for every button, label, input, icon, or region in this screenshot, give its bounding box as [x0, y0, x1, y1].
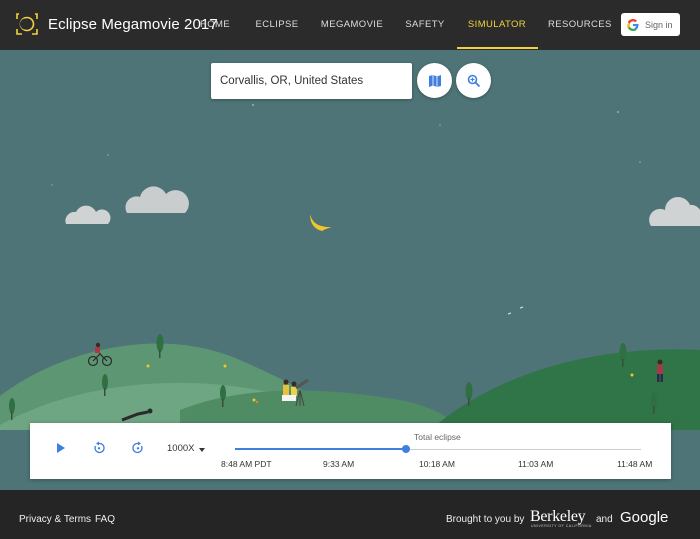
faq-link[interactable]: FAQ [95, 514, 115, 525]
nav-home[interactable]: HOME [196, 0, 234, 50]
time-tick: 11:03 AM [518, 459, 554, 469]
active-nav-indicator [457, 47, 538, 49]
cloud-left-large [125, 186, 189, 213]
nav-eclipse[interactable]: ECLIPSE [253, 0, 301, 50]
time-tick: 11:48 AM [617, 459, 653, 469]
birds [507, 306, 524, 315]
nav-safety[interactable]: SAFETY [403, 0, 447, 50]
timeline-scrubber[interactable] [402, 445, 410, 453]
total-eclipse-label: Total eclipse [414, 432, 461, 442]
brand-title[interactable]: Eclipse Megamovie 2017 [48, 16, 218, 33]
timeline-progress [235, 448, 406, 450]
sign-in-button[interactable]: Sign in [621, 13, 680, 36]
speed-select[interactable]: 1000X [167, 443, 194, 454]
brought-to-you-text: Brought to you by [446, 514, 525, 525]
cloud-right [649, 197, 700, 226]
time-tick: 8:48 AM PDT [221, 459, 272, 469]
footer: Privacy & Terms FAQ Brought to you by Be… [0, 490, 700, 539]
nav-megamovie[interactable]: MEGAMOVIE [320, 0, 384, 50]
zoom-in-icon [467, 74, 480, 87]
location-search-input[interactable] [220, 75, 403, 87]
zoom-button[interactable] [456, 63, 491, 98]
caret-down-icon[interactable] [199, 448, 205, 452]
sign-in-label: Sign in [645, 19, 673, 30]
time-tick: 9:33 AM [323, 459, 355, 469]
google-g-icon [627, 18, 639, 31]
simulator-scene[interactable]: 1000X Total eclipse 8:48 AM PDT 9:33 AM … [0, 50, 700, 490]
play-icon[interactable] [54, 441, 68, 455]
rewind-icon[interactable] [92, 441, 106, 455]
cloud-left-small [65, 205, 111, 224]
location-search-box[interactable] [211, 63, 412, 99]
eclipse-logo-icon[interactable] [14, 11, 40, 37]
timeline-panel: 1000X Total eclipse 8:48 AM PDT 9:33 AM … [30, 423, 671, 479]
top-nav-bar: Eclipse Megamovie 2017 HOME ECLIPSE MEGA… [0, 0, 700, 50]
berkeley-logo-subtitle: UNIVERSITY OF CALIFORNIA [531, 524, 592, 528]
fast-forward-icon[interactable] [131, 441, 145, 455]
google-logo[interactable]: Google [620, 509, 668, 526]
privacy-terms-link[interactable]: Privacy & Terms [19, 514, 91, 525]
map-icon [428, 74, 441, 87]
eclipsed-sun-crescent [310, 214, 332, 231]
map-button[interactable] [417, 63, 452, 98]
stars [51, 104, 641, 186]
and-text: and [596, 514, 613, 525]
nav-resources[interactable]: RESOURCES [548, 0, 611, 50]
nav-simulator[interactable]: SIMULATOR [462, 0, 532, 50]
time-tick: 10:18 AM [419, 459, 455, 469]
